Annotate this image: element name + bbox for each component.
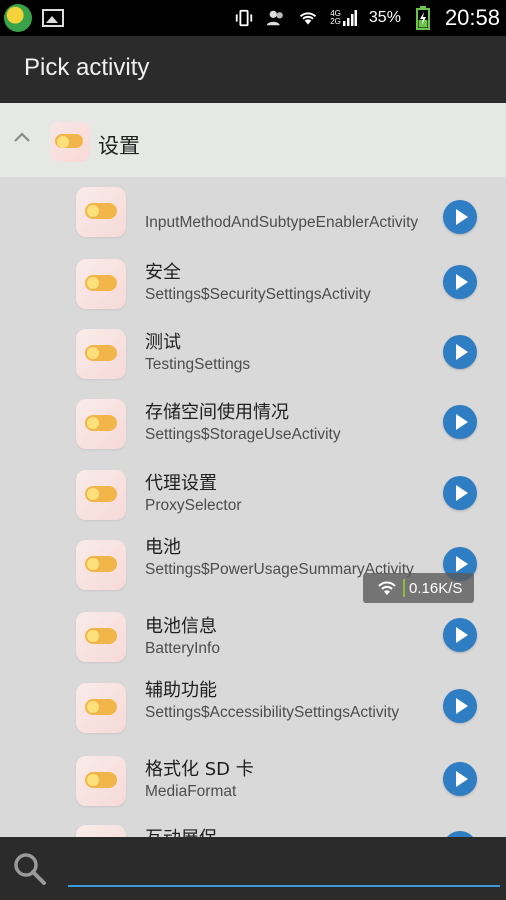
list-item[interactable]: 测试 TestingSettings bbox=[0, 329, 506, 395]
gallery-icon bbox=[42, 9, 64, 27]
activity-class: Settings$SecuritySettingsActivity bbox=[145, 286, 371, 303]
activity-class: Settings$AccessibilitySettingsActivity bbox=[145, 704, 400, 721]
launch-button[interactable] bbox=[443, 762, 477, 796]
activity-icon bbox=[76, 756, 126, 806]
activity-name: 电池信息 bbox=[145, 616, 217, 637]
activity-class: InputMethodAndSubtypeEnablerActivity bbox=[145, 214, 419, 231]
speed-value: 0.16K/S bbox=[409, 580, 463, 597]
battery-charging-icon bbox=[413, 6, 433, 30]
activity-icon bbox=[76, 329, 126, 379]
launch-button[interactable] bbox=[443, 335, 477, 369]
activity-name: 代理设置 bbox=[145, 473, 217, 494]
search-icon[interactable] bbox=[12, 851, 48, 887]
group-header-settings[interactable]: 设置 bbox=[0, 103, 506, 177]
wifi-icon bbox=[298, 8, 318, 28]
activity-name: 测试 bbox=[145, 332, 181, 353]
activity-class: BatteryInfo bbox=[145, 640, 220, 657]
list-item[interactable]: 代理设置 ProxySelector bbox=[0, 470, 506, 536]
speed-divider bbox=[403, 579, 405, 597]
activity-icon bbox=[76, 540, 126, 590]
network-speed-overlay[interactable]: 0.16K/S bbox=[363, 573, 474, 603]
signal-icon bbox=[342, 10, 357, 26]
list-item[interactable]: 电池信息 BatteryInfo bbox=[0, 612, 506, 678]
app-notification-icon bbox=[4, 4, 32, 32]
launch-button[interactable] bbox=[443, 200, 477, 234]
activity-name: 互动展保 bbox=[145, 827, 430, 837]
clock: 20:58 bbox=[444, 5, 500, 30]
launch-button[interactable] bbox=[443, 618, 477, 652]
network-bottom-label: 2G bbox=[330, 17, 341, 26]
activity-name: 存储空间使用情况 bbox=[145, 402, 289, 423]
activity-name: 安全 bbox=[145, 262, 181, 283]
launch-button[interactable] bbox=[443, 689, 477, 723]
activity-class: ProxySelector bbox=[145, 497, 242, 514]
app-bar: Pick activity bbox=[0, 36, 506, 103]
chevron-up-icon[interactable] bbox=[12, 127, 32, 147]
launch-button[interactable] bbox=[443, 476, 477, 510]
launch-button[interactable] bbox=[443, 405, 477, 439]
activity-class: TestingSettings bbox=[145, 356, 251, 373]
settings-app-icon bbox=[50, 122, 90, 162]
activity-icon bbox=[76, 825, 126, 837]
list-item[interactable]: 辅助功能 Settings$AccessibilitySettingsActiv… bbox=[0, 680, 506, 753]
launch-button[interactable] bbox=[443, 265, 477, 299]
battery-percent: 35% bbox=[368, 9, 401, 26]
activity-list[interactable]: InputMethodAndSubtypeEnablerActivity 安全 … bbox=[0, 177, 506, 837]
search-input[interactable] bbox=[68, 849, 500, 887]
activity-icon bbox=[76, 470, 126, 520]
vibrate-icon bbox=[234, 8, 254, 28]
list-item[interactable]: 互动展保 bbox=[0, 825, 506, 837]
wifi-icon bbox=[378, 581, 396, 595]
activity-name: 辅助功能 bbox=[145, 680, 217, 701]
network-type-indicator: 4G 2G bbox=[330, 10, 357, 26]
activity-icon bbox=[76, 259, 126, 309]
list-item[interactable]: 存储空间使用情况 Settings$StorageUseActivity bbox=[0, 399, 506, 465]
list-item[interactable]: 安全 Settings$SecuritySettingsActivity bbox=[0, 259, 506, 325]
activity-icon bbox=[76, 187, 126, 237]
activity-class: MediaFormat bbox=[145, 783, 237, 800]
group-label: 设置 bbox=[98, 134, 140, 158]
search-bar bbox=[0, 837, 506, 900]
activity-name: 格式化 SD 卡 bbox=[145, 759, 254, 780]
activity-icon bbox=[76, 683, 126, 733]
activity-class: Settings$StorageUseActivity bbox=[145, 426, 341, 443]
list-item[interactable]: 格式化 SD 卡 MediaFormat bbox=[0, 756, 506, 822]
activity-icon bbox=[76, 399, 126, 449]
status-bar: 4G 2G 35% 20:58 bbox=[0, 0, 506, 36]
activity-name: 电池 bbox=[145, 537, 181, 558]
activity-icon bbox=[76, 612, 126, 662]
page-title: Pick activity bbox=[24, 54, 150, 81]
contacts-icon bbox=[266, 8, 286, 28]
list-item[interactable]: InputMethodAndSubtypeEnablerActivity bbox=[0, 183, 506, 249]
